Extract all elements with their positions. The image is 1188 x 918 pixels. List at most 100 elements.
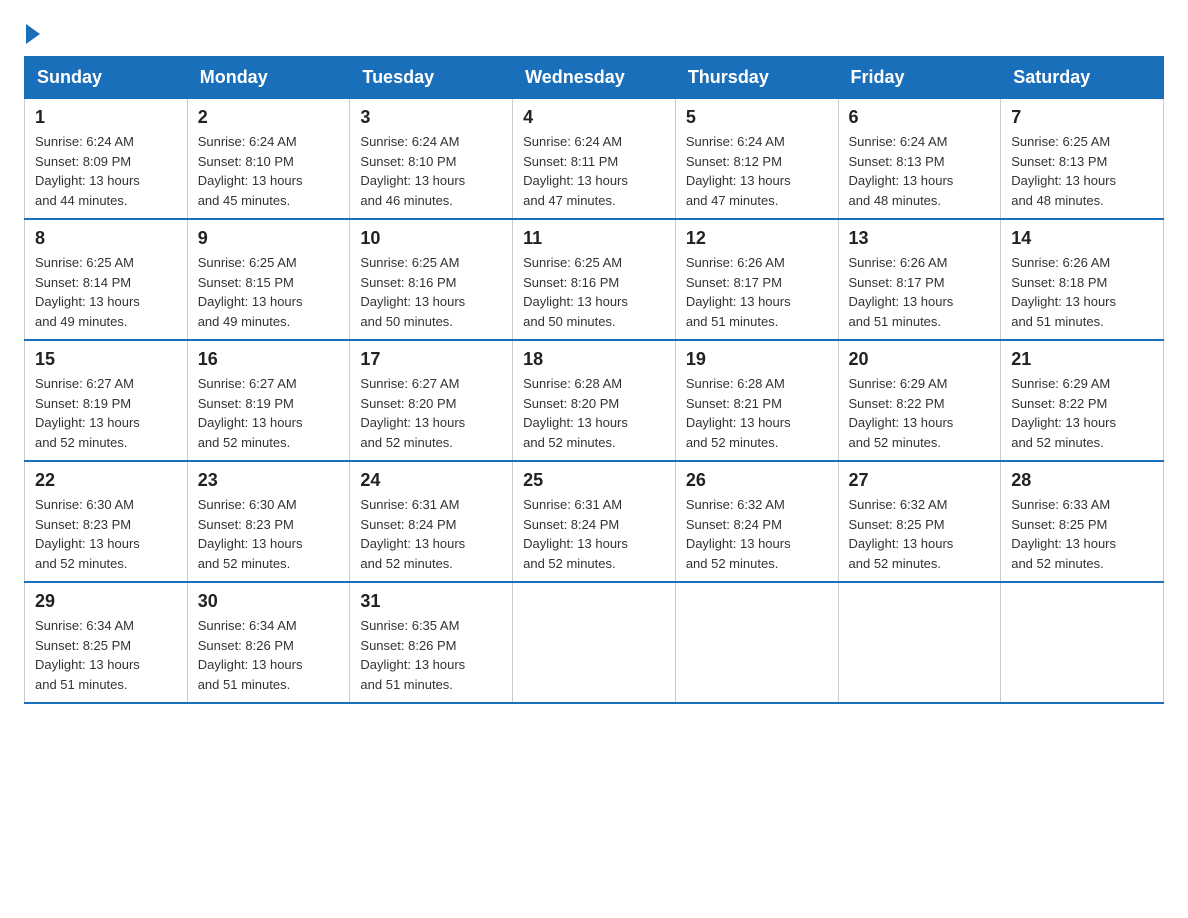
day-header-friday: Friday <box>838 57 1001 99</box>
day-number: 7 <box>1011 107 1153 128</box>
calendar-cell <box>1001 582 1164 703</box>
day-info: Sunrise: 6:28 AMSunset: 8:21 PMDaylight:… <box>686 376 791 450</box>
day-number: 27 <box>849 470 991 491</box>
day-info: Sunrise: 6:27 AMSunset: 8:19 PMDaylight:… <box>198 376 303 450</box>
logo-arrow-icon <box>26 24 40 44</box>
calendar-cell: 23 Sunrise: 6:30 AMSunset: 8:23 PMDaylig… <box>187 461 350 582</box>
day-info: Sunrise: 6:32 AMSunset: 8:25 PMDaylight:… <box>849 497 954 571</box>
day-info: Sunrise: 6:25 AMSunset: 8:14 PMDaylight:… <box>35 255 140 329</box>
day-info: Sunrise: 6:24 AMSunset: 8:10 PMDaylight:… <box>198 134 303 208</box>
week-row-2: 8 Sunrise: 6:25 AMSunset: 8:14 PMDayligh… <box>25 219 1164 340</box>
day-info: Sunrise: 6:29 AMSunset: 8:22 PMDaylight:… <box>849 376 954 450</box>
week-row-5: 29 Sunrise: 6:34 AMSunset: 8:25 PMDaylig… <box>25 582 1164 703</box>
calendar-cell: 8 Sunrise: 6:25 AMSunset: 8:14 PMDayligh… <box>25 219 188 340</box>
day-number: 22 <box>35 470 177 491</box>
calendar-cell: 24 Sunrise: 6:31 AMSunset: 8:24 PMDaylig… <box>350 461 513 582</box>
calendar-header: SundayMondayTuesdayWednesdayThursdayFrid… <box>25 57 1164 99</box>
page-header <box>24 24 1164 40</box>
calendar-cell: 16 Sunrise: 6:27 AMSunset: 8:19 PMDaylig… <box>187 340 350 461</box>
day-header-sunday: Sunday <box>25 57 188 99</box>
day-number: 23 <box>198 470 340 491</box>
calendar-cell: 10 Sunrise: 6:25 AMSunset: 8:16 PMDaylig… <box>350 219 513 340</box>
day-number: 2 <box>198 107 340 128</box>
calendar-cell: 29 Sunrise: 6:34 AMSunset: 8:25 PMDaylig… <box>25 582 188 703</box>
day-number: 28 <box>1011 470 1153 491</box>
calendar-cell <box>675 582 838 703</box>
logo <box>24 24 40 40</box>
day-number: 21 <box>1011 349 1153 370</box>
day-number: 8 <box>35 228 177 249</box>
day-info: Sunrise: 6:27 AMSunset: 8:19 PMDaylight:… <box>35 376 140 450</box>
day-number: 16 <box>198 349 340 370</box>
day-info: Sunrise: 6:30 AMSunset: 8:23 PMDaylight:… <box>198 497 303 571</box>
calendar-cell: 19 Sunrise: 6:28 AMSunset: 8:21 PMDaylig… <box>675 340 838 461</box>
day-info: Sunrise: 6:27 AMSunset: 8:20 PMDaylight:… <box>360 376 465 450</box>
day-number: 10 <box>360 228 502 249</box>
calendar-cell: 27 Sunrise: 6:32 AMSunset: 8:25 PMDaylig… <box>838 461 1001 582</box>
day-info: Sunrise: 6:31 AMSunset: 8:24 PMDaylight:… <box>523 497 628 571</box>
day-info: Sunrise: 6:33 AMSunset: 8:25 PMDaylight:… <box>1011 497 1116 571</box>
day-number: 14 <box>1011 228 1153 249</box>
calendar-cell: 28 Sunrise: 6:33 AMSunset: 8:25 PMDaylig… <box>1001 461 1164 582</box>
calendar-cell: 3 Sunrise: 6:24 AMSunset: 8:10 PMDayligh… <box>350 99 513 220</box>
day-number: 30 <box>198 591 340 612</box>
calendar-cell: 17 Sunrise: 6:27 AMSunset: 8:20 PMDaylig… <box>350 340 513 461</box>
calendar-body: 1 Sunrise: 6:24 AMSunset: 8:09 PMDayligh… <box>25 99 1164 704</box>
day-info: Sunrise: 6:24 AMSunset: 8:11 PMDaylight:… <box>523 134 628 208</box>
day-info: Sunrise: 6:31 AMSunset: 8:24 PMDaylight:… <box>360 497 465 571</box>
day-header-thursday: Thursday <box>675 57 838 99</box>
day-number: 18 <box>523 349 665 370</box>
day-info: Sunrise: 6:26 AMSunset: 8:18 PMDaylight:… <box>1011 255 1116 329</box>
calendar-cell: 25 Sunrise: 6:31 AMSunset: 8:24 PMDaylig… <box>513 461 676 582</box>
day-number: 1 <box>35 107 177 128</box>
day-number: 24 <box>360 470 502 491</box>
calendar-cell: 9 Sunrise: 6:25 AMSunset: 8:15 PMDayligh… <box>187 219 350 340</box>
calendar-cell: 2 Sunrise: 6:24 AMSunset: 8:10 PMDayligh… <box>187 99 350 220</box>
day-header-saturday: Saturday <box>1001 57 1164 99</box>
day-number: 25 <box>523 470 665 491</box>
day-number: 15 <box>35 349 177 370</box>
day-info: Sunrise: 6:25 AMSunset: 8:15 PMDaylight:… <box>198 255 303 329</box>
day-info: Sunrise: 6:26 AMSunset: 8:17 PMDaylight:… <box>849 255 954 329</box>
calendar-cell: 11 Sunrise: 6:25 AMSunset: 8:16 PMDaylig… <box>513 219 676 340</box>
day-number: 29 <box>35 591 177 612</box>
day-number: 19 <box>686 349 828 370</box>
day-number: 6 <box>849 107 991 128</box>
calendar-cell <box>513 582 676 703</box>
day-number: 12 <box>686 228 828 249</box>
day-info: Sunrise: 6:24 AMSunset: 8:10 PMDaylight:… <box>360 134 465 208</box>
calendar-cell: 4 Sunrise: 6:24 AMSunset: 8:11 PMDayligh… <box>513 99 676 220</box>
calendar-cell: 20 Sunrise: 6:29 AMSunset: 8:22 PMDaylig… <box>838 340 1001 461</box>
calendar-cell: 31 Sunrise: 6:35 AMSunset: 8:26 PMDaylig… <box>350 582 513 703</box>
day-number: 11 <box>523 228 665 249</box>
calendar-cell: 14 Sunrise: 6:26 AMSunset: 8:18 PMDaylig… <box>1001 219 1164 340</box>
day-number: 5 <box>686 107 828 128</box>
calendar-cell: 18 Sunrise: 6:28 AMSunset: 8:20 PMDaylig… <box>513 340 676 461</box>
day-number: 17 <box>360 349 502 370</box>
day-info: Sunrise: 6:28 AMSunset: 8:20 PMDaylight:… <box>523 376 628 450</box>
week-row-4: 22 Sunrise: 6:30 AMSunset: 8:23 PMDaylig… <box>25 461 1164 582</box>
day-info: Sunrise: 6:24 AMSunset: 8:12 PMDaylight:… <box>686 134 791 208</box>
day-info: Sunrise: 6:34 AMSunset: 8:26 PMDaylight:… <box>198 618 303 692</box>
week-row-3: 15 Sunrise: 6:27 AMSunset: 8:19 PMDaylig… <box>25 340 1164 461</box>
day-number: 31 <box>360 591 502 612</box>
day-info: Sunrise: 6:25 AMSunset: 8:13 PMDaylight:… <box>1011 134 1116 208</box>
calendar-cell: 13 Sunrise: 6:26 AMSunset: 8:17 PMDaylig… <box>838 219 1001 340</box>
day-info: Sunrise: 6:29 AMSunset: 8:22 PMDaylight:… <box>1011 376 1116 450</box>
calendar-cell: 1 Sunrise: 6:24 AMSunset: 8:09 PMDayligh… <box>25 99 188 220</box>
calendar-cell: 5 Sunrise: 6:24 AMSunset: 8:12 PMDayligh… <box>675 99 838 220</box>
day-info: Sunrise: 6:24 AMSunset: 8:09 PMDaylight:… <box>35 134 140 208</box>
day-number: 13 <box>849 228 991 249</box>
calendar-cell: 21 Sunrise: 6:29 AMSunset: 8:22 PMDaylig… <box>1001 340 1164 461</box>
day-number: 4 <box>523 107 665 128</box>
calendar-table: SundayMondayTuesdayWednesdayThursdayFrid… <box>24 56 1164 704</box>
day-number: 3 <box>360 107 502 128</box>
day-info: Sunrise: 6:25 AMSunset: 8:16 PMDaylight:… <box>523 255 628 329</box>
day-info: Sunrise: 6:26 AMSunset: 8:17 PMDaylight:… <box>686 255 791 329</box>
calendar-cell: 22 Sunrise: 6:30 AMSunset: 8:23 PMDaylig… <box>25 461 188 582</box>
calendar-cell <box>838 582 1001 703</box>
day-number: 20 <box>849 349 991 370</box>
day-header-monday: Monday <box>187 57 350 99</box>
week-row-1: 1 Sunrise: 6:24 AMSunset: 8:09 PMDayligh… <box>25 99 1164 220</box>
day-header-tuesday: Tuesday <box>350 57 513 99</box>
